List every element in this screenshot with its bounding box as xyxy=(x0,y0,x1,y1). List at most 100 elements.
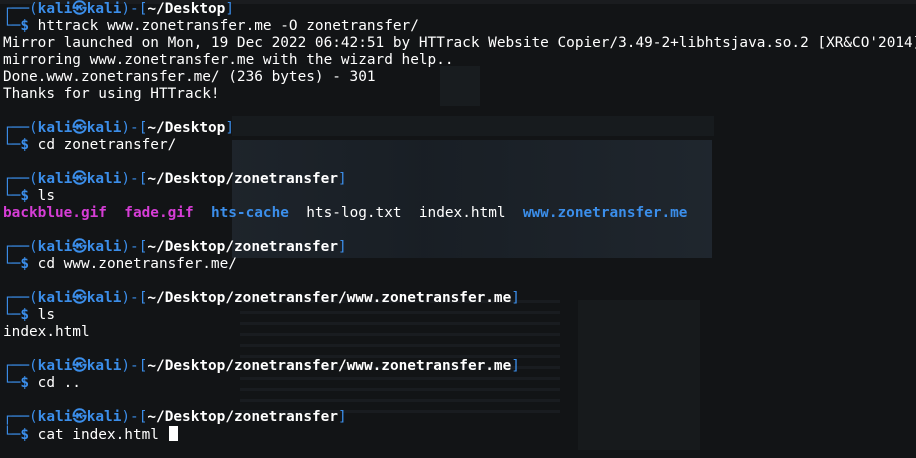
prompt-box-open: ┌──( xyxy=(3,290,38,306)
prompt-cwd: ~/Desktop/zonetransfer xyxy=(147,239,338,255)
prompt-box-mid: )-[ xyxy=(121,171,148,187)
prompt-cwd: ~/Desktop/zonetransfer xyxy=(147,171,338,187)
prompt-header-line: ┌──(kali㉿kali)-[~/Desktop/zonetransfer/w… xyxy=(3,290,916,307)
prompt-cwd: ~/Desktop/zonetransfer xyxy=(147,409,338,425)
prompt-host: kali xyxy=(86,409,122,425)
command-text: ls xyxy=(37,188,55,204)
prompt-box-mid: )-[ xyxy=(121,358,148,374)
prompt-corner: └─ xyxy=(3,18,21,34)
prompt-dollar-sign: $ xyxy=(20,256,38,272)
output-line: index.html xyxy=(3,324,90,340)
prompt-user: kali xyxy=(37,171,73,187)
command-text: cd www.zonetransfer.me/ xyxy=(37,256,237,272)
prompt-at-icon: ㉿ xyxy=(72,239,87,255)
prompt-host: kali xyxy=(86,171,122,187)
prompt-corner: └─ xyxy=(3,375,21,391)
prompt-host: kali xyxy=(86,290,122,306)
prompt-box-close: ] xyxy=(225,1,235,17)
prompt-host: kali xyxy=(86,358,122,374)
output-line: mirroring www.zonetransfer.me with the w… xyxy=(3,52,454,68)
ls-entry-file: hts-log.txt xyxy=(306,205,402,221)
prompt-box-close: ] xyxy=(511,290,520,306)
prompt-user: kali xyxy=(37,1,73,17)
command-line: └─$ cd zonetransfer/ xyxy=(3,137,916,154)
prompt-user: kali xyxy=(37,358,73,374)
prompt-corner: └─ xyxy=(3,188,21,204)
prompt-box-close: ] xyxy=(337,171,347,187)
command-text: cd zonetransfer/ xyxy=(37,137,177,153)
prompt-box-mid: )-[ xyxy=(121,290,148,306)
prompt-host: kali xyxy=(86,120,122,136)
prompt-header-line: ┌──(kali㉿kali)-[~/Desktop/zonetransfer] xyxy=(3,409,916,426)
prompt-user: kali xyxy=(37,290,73,306)
prompt-cwd: ~/Desktop xyxy=(147,1,226,17)
prompt-box-open: ┌──( xyxy=(3,239,38,255)
prompt-dollar-sign: $ xyxy=(20,427,38,443)
ls-entry-gif: backblue.gif xyxy=(3,205,107,221)
prompt-at-icon: ㉿ xyxy=(72,120,87,136)
command-line: └─$ cd www.zonetransfer.me/ xyxy=(3,256,916,273)
command-text: cd .. xyxy=(37,375,81,391)
ls-entry-gif: fade.gif xyxy=(124,205,194,221)
prompt-box-open: ┌──( xyxy=(3,1,38,17)
prompt-box-close: ] xyxy=(337,409,347,425)
prompt-box-mid: )-[ xyxy=(121,120,148,136)
prompt-box-open: ┌──( xyxy=(3,358,38,374)
command-text: cat index.html xyxy=(37,427,159,443)
command-text: ls xyxy=(37,307,55,323)
output-line: Thanks for using HTTrack! xyxy=(3,86,220,102)
command-line: └─$ httrack www.zonetransfer.me -O zonet… xyxy=(3,18,916,35)
prompt-dollar-sign: $ xyxy=(20,307,38,323)
prompt-at-icon: ㉿ xyxy=(72,1,87,17)
prompt-dollar-sign: $ xyxy=(20,137,38,153)
prompt-cwd: ~/Desktop/zonetransfer/www.zonetransfer.… xyxy=(147,290,512,306)
command-text: httrack www.zonetransfer.me -O zonetrans… xyxy=(37,18,419,34)
prompt-cwd: ~/Desktop xyxy=(147,120,226,136)
prompt-header-line: ┌──(kali㉿kali)-[~/Desktop/zonetransfer/w… xyxy=(3,358,916,375)
prompt-host: kali xyxy=(86,1,122,17)
prompt-header-line: ┌──(kali㉿kali)-[~/Desktop] xyxy=(3,120,916,137)
ls-listing: backblue.gif fade.gif hts-cache hts-log.… xyxy=(3,205,916,222)
prompt-corner: └─ xyxy=(3,137,21,153)
terminal-window[interactable]: ┌──(kali㉿kali)-[~/Desktop] └─$ httrack ww… xyxy=(0,0,916,458)
command-line: └─$ ls xyxy=(3,307,916,324)
prompt-cwd: ~/Desktop/zonetransfer/www.zonetransfer.… xyxy=(147,358,512,374)
prompt-box-close: ] xyxy=(337,239,347,255)
prompt-box-open: ┌──( xyxy=(3,120,38,136)
prompt-user: kali xyxy=(37,120,73,136)
prompt-dollar-sign: $ xyxy=(20,18,38,34)
prompt-at-icon: ㉿ xyxy=(72,358,87,374)
output-line: Mirror launched on Mon, 19 Dec 2022 06:4… xyxy=(3,35,916,51)
prompt-at-icon: ㉿ xyxy=(72,171,87,187)
ls-entry-file: index.html xyxy=(418,205,506,221)
prompt-box-open: ┌──( xyxy=(3,171,38,187)
prompt-header-line: ┌──(kali㉿kali)-[~/Desktop] xyxy=(3,1,916,18)
prompt-corner: └─ xyxy=(3,307,21,323)
command-line: └─$ cd .. xyxy=(3,375,916,392)
prompt-box-close: ] xyxy=(225,120,235,136)
prompt-corner: └─ xyxy=(3,427,21,443)
prompt-box-open: ┌──( xyxy=(3,409,38,425)
ls-entry-dir: hts-cache xyxy=(210,205,289,221)
command-line[interactable]: └─$ cat index.html xyxy=(3,426,916,443)
prompt-host: kali xyxy=(86,239,122,255)
text-cursor[interactable] xyxy=(168,426,178,441)
prompt-user: kali xyxy=(37,409,73,425)
prompt-dollar-sign: $ xyxy=(20,188,38,204)
prompt-box-mid: )-[ xyxy=(121,239,148,255)
prompt-dollar-sign: $ xyxy=(20,375,38,391)
prompt-header-line: ┌──(kali㉿kali)-[~/Desktop/zonetransfer] xyxy=(3,171,916,188)
prompt-corner: └─ xyxy=(3,256,21,272)
prompt-user: kali xyxy=(37,239,73,255)
prompt-box-mid: )-[ xyxy=(121,1,148,17)
prompt-at-icon: ㉿ xyxy=(72,290,87,306)
ls-entry-dir: www.zonetransfer.me xyxy=(522,205,688,221)
prompt-at-icon: ㉿ xyxy=(72,409,87,425)
prompt-box-mid: )-[ xyxy=(121,409,148,425)
